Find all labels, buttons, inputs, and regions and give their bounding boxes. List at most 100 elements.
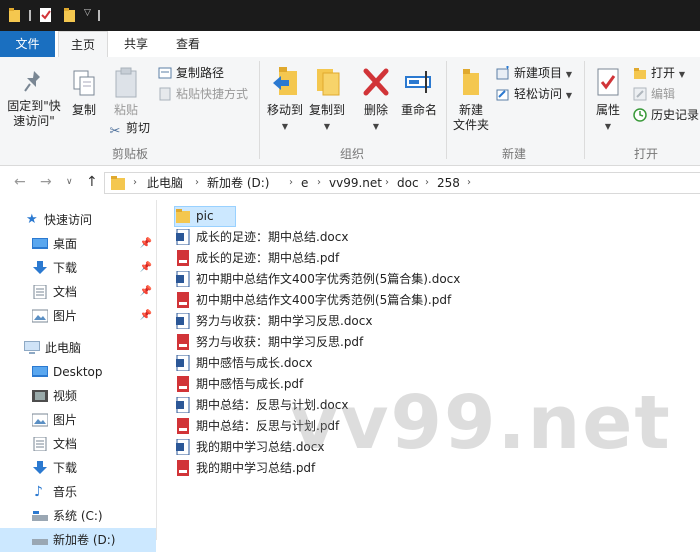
copy-button[interactable]: 复制 bbox=[66, 69, 102, 118]
copy-to-button[interactable]: 复制到 ▼ bbox=[306, 65, 348, 134]
properties-button[interactable]: 属性 ▼ bbox=[588, 65, 628, 134]
sidebar-item-drive-c[interactable]: 系统 (C:) bbox=[0, 504, 156, 528]
tab-share[interactable]: 共享 bbox=[112, 31, 160, 57]
sidebar-item-music[interactable]: ♪ 音乐 bbox=[0, 480, 156, 504]
open-button[interactable]: 打开 ▼ bbox=[633, 64, 685, 82]
tab-home[interactable]: 主页 bbox=[58, 31, 108, 58]
word-document-icon bbox=[176, 397, 190, 413]
sidebar-item-documents[interactable]: 文档 📌 bbox=[0, 280, 156, 304]
sidebar-item-label: 桌面 bbox=[53, 237, 78, 251]
breadcrumb-vv99[interactable]: vv99.net bbox=[329, 173, 382, 193]
recent-locations-chevron-icon[interactable]: ∨ bbox=[66, 177, 73, 187]
copy-path-icon bbox=[158, 67, 172, 79]
pin-icon[interactable]: 📌 bbox=[140, 280, 152, 304]
copy-path-label: 复制路径 bbox=[176, 66, 225, 80]
cut-button[interactable]: ✂ 剪切 bbox=[108, 119, 150, 139]
pin-icon[interactable]: 📌 bbox=[140, 304, 152, 328]
sidebar-item-pictures[interactable]: 图片 📌 bbox=[0, 304, 156, 328]
file-name: pic bbox=[196, 209, 214, 223]
open-dropdown-icon[interactable]: ▼ bbox=[679, 70, 685, 79]
copy-to-dropdown-icon[interactable]: ▼ bbox=[324, 122, 330, 131]
breadcrumb-258[interactable]: 258 bbox=[437, 173, 460, 193]
pin-icon[interactable]: 📌 bbox=[140, 256, 152, 280]
file-name: 努力与收获：期中学习反思.pdf bbox=[196, 335, 364, 349]
group-separator bbox=[584, 61, 585, 159]
breadcrumb-chevron-icon[interactable]: › bbox=[195, 173, 199, 193]
history-button[interactable]: 历史记录 bbox=[633, 106, 699, 124]
sidebar-item-label: 系统 (C:) bbox=[53, 509, 103, 523]
sidebar-item-downloads[interactable]: 下载 📌 bbox=[0, 256, 156, 280]
word-document-icon bbox=[176, 229, 190, 245]
pictures-icon bbox=[32, 309, 48, 323]
copy-path-button[interactable]: 复制路径 bbox=[158, 64, 224, 82]
breadcrumb-chevron-icon[interactable]: › bbox=[317, 173, 321, 193]
paste-shortcut-icon bbox=[159, 87, 171, 101]
new-item-button[interactable]: 新建项目 ▼ bbox=[496, 64, 572, 82]
star-icon: ★ bbox=[26, 212, 38, 227]
easy-access-dropdown-icon[interactable]: ▼ bbox=[566, 91, 572, 100]
desktop-icon bbox=[32, 238, 48, 249]
new-folder-label-line2: 文件夹 bbox=[452, 118, 489, 132]
back-arrow-icon[interactable]: ← bbox=[14, 174, 26, 190]
easy-access-icon bbox=[496, 89, 509, 101]
sidebar-item-quick-access[interactable]: ★ 快速访问 bbox=[0, 208, 156, 232]
new-folder-button[interactable]: 新建 文件夹 bbox=[450, 65, 492, 133]
breadcrumb-doc[interactable]: doc bbox=[397, 173, 419, 193]
breadcrumb-this-pc[interactable]: 此电脑 bbox=[147, 173, 183, 193]
scissors-icon: ✂ bbox=[109, 124, 121, 139]
move-to-dropdown-icon[interactable]: ▼ bbox=[282, 122, 288, 131]
pin-to-quick-access-button[interactable]: 固定到"快 速访问" bbox=[2, 69, 66, 129]
paste-button[interactable]: 粘贴 bbox=[106, 67, 146, 118]
sidebar-item-documents-pc[interactable]: 文档 bbox=[0, 432, 156, 456]
organize-group-label: 组织 bbox=[339, 147, 364, 161]
breadcrumb-chevron-icon[interactable]: › bbox=[467, 173, 471, 193]
move-to-button[interactable]: 移动到 ▼ bbox=[264, 65, 306, 134]
forward-arrow-icon[interactable]: → bbox=[40, 174, 52, 190]
sidebar-item-downloads-pc[interactable]: 下载 bbox=[0, 456, 156, 480]
sidebar-item-label: 下载 bbox=[53, 261, 78, 275]
folder-icon[interactable] bbox=[9, 8, 20, 22]
sidebar-item-videos[interactable]: 视频 bbox=[0, 384, 156, 408]
file-name: 努力与收获：期中学习反思.docx bbox=[196, 314, 373, 328]
delete-button[interactable]: 删除 ▼ bbox=[358, 65, 394, 134]
tab-view[interactable]: 查看 bbox=[164, 31, 212, 57]
sidebar-item-this-pc[interactable]: 此电脑 bbox=[0, 336, 156, 360]
properties-dropdown-icon[interactable]: ▼ bbox=[605, 122, 611, 131]
up-arrow-icon[interactable]: ↑ bbox=[86, 174, 98, 190]
breadcrumb-chevron-icon[interactable]: › bbox=[385, 173, 389, 193]
folder-icon bbox=[176, 209, 190, 223]
rename-button[interactable]: 重命名 bbox=[398, 65, 440, 118]
group-separator bbox=[259, 61, 260, 159]
sidebar-item-pictures-pc[interactable]: 图片 bbox=[0, 408, 156, 432]
breadcrumb-chevron-icon[interactable]: › bbox=[289, 173, 293, 193]
paste-shortcut-button[interactable]: 粘贴快捷方式 bbox=[158, 85, 248, 103]
address-bar[interactable]: › 此电脑 › 新加卷 (D:) › e › vv99.net › doc › … bbox=[104, 172, 700, 194]
tab-file[interactable]: 文件 bbox=[0, 31, 55, 57]
quick-access-dropdown-icon[interactable]: ▽ bbox=[84, 8, 91, 18]
delete-label: 删除 bbox=[363, 103, 388, 117]
sidebar-item-drive-d[interactable]: 新加卷 (D:) bbox=[0, 528, 156, 552]
title-separator bbox=[98, 10, 100, 21]
sidebar-item-desktop-pc[interactable]: Desktop bbox=[0, 360, 156, 384]
breadcrumb-drive-d[interactable]: 新加卷 (D:) bbox=[207, 173, 269, 193]
breadcrumb-e[interactable]: e bbox=[301, 173, 308, 193]
breadcrumb-chevron-icon[interactable]: › bbox=[133, 173, 137, 193]
new-folder-quick-icon[interactable] bbox=[64, 8, 75, 22]
delete-x-icon bbox=[363, 68, 389, 96]
sidebar-item-label: 此电脑 bbox=[45, 341, 82, 355]
new-folder-label-line1: 新建 bbox=[458, 103, 483, 117]
sidebar-item-label: 快速访问 bbox=[44, 213, 93, 227]
easy-access-button[interactable]: 轻松访问 ▼ bbox=[496, 85, 572, 103]
properties-quick-icon[interactable] bbox=[40, 8, 51, 22]
copy-icon bbox=[73, 70, 95, 96]
delete-dropdown-icon[interactable]: ▼ bbox=[373, 122, 379, 131]
new-item-dropdown-icon[interactable]: ▼ bbox=[566, 70, 572, 79]
ribbon-tabs: 文件 主页 共享 查看 bbox=[0, 31, 700, 58]
pin-icon[interactable]: 📌 bbox=[140, 232, 152, 256]
edit-button[interactable]: 编辑 bbox=[633, 85, 675, 103]
open-label: 打开 bbox=[651, 66, 676, 80]
breadcrumb-chevron-icon[interactable]: › bbox=[425, 173, 429, 193]
title-bar: ▽ bbox=[0, 0, 700, 31]
move-to-icon bbox=[273, 67, 297, 95]
sidebar-item-desktop[interactable]: 桌面 📌 bbox=[0, 232, 156, 256]
